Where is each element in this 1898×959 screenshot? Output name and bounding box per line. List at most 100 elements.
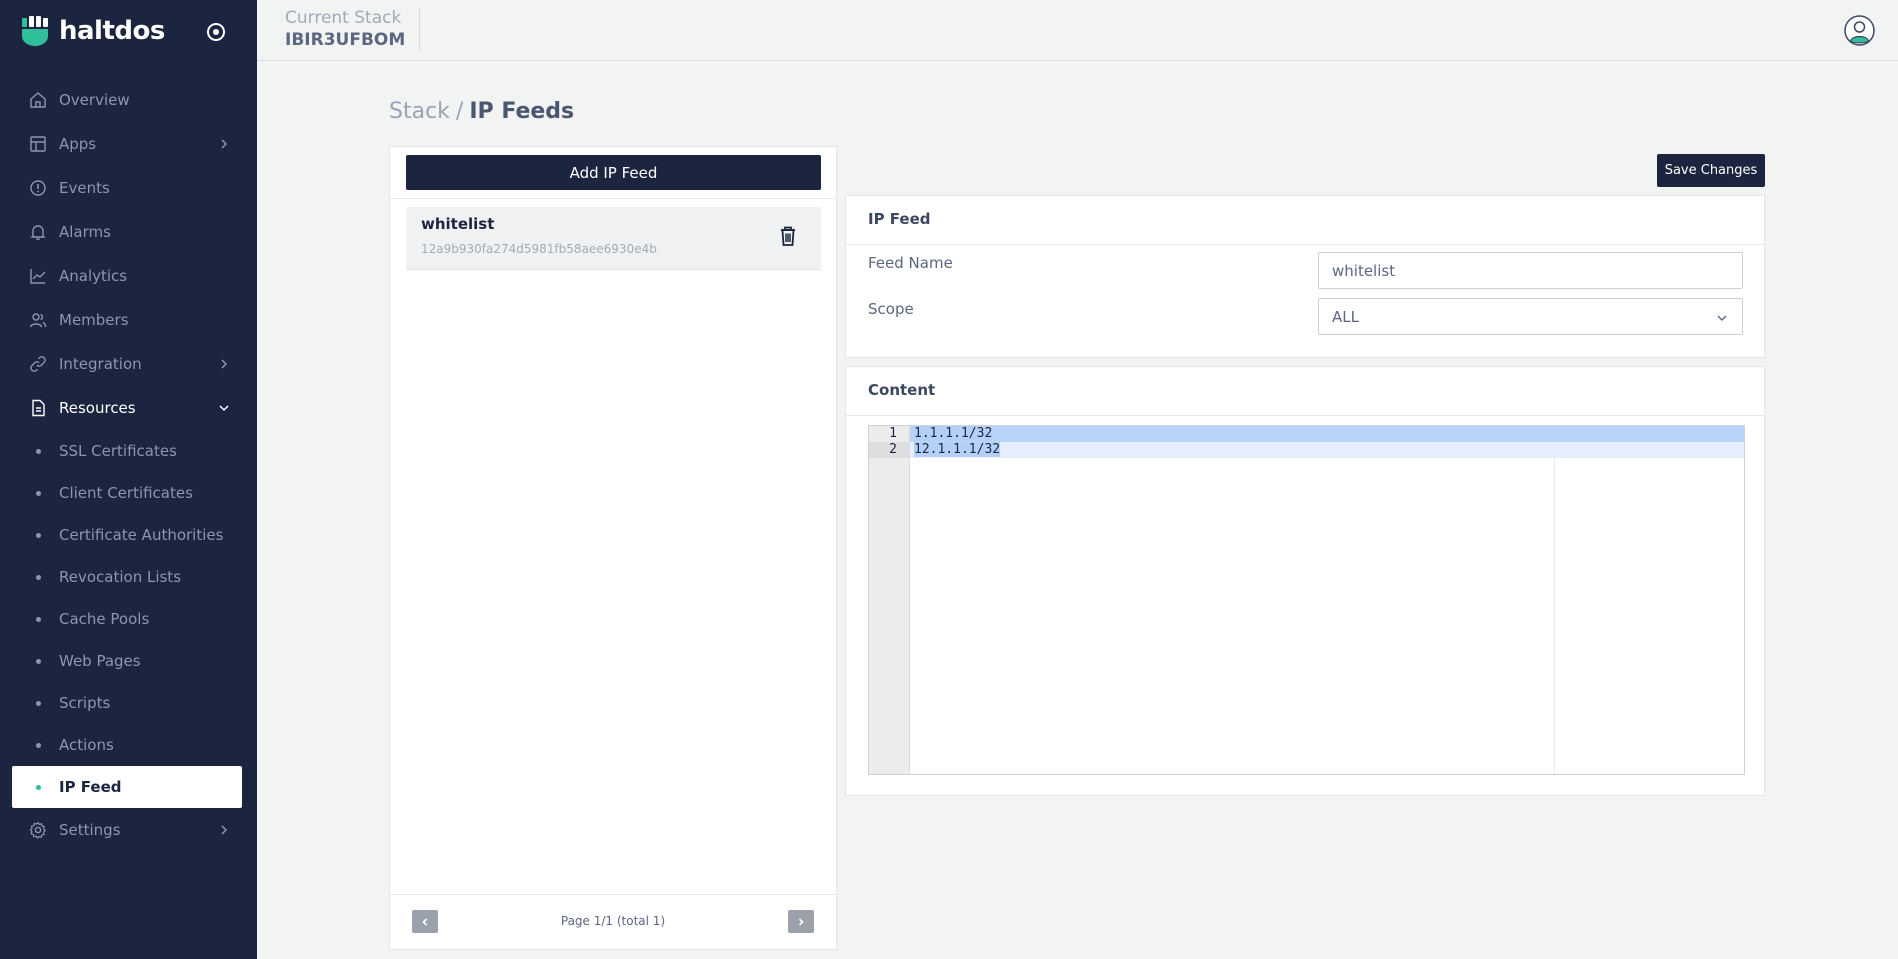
sidebar-item-label: Members [59,311,129,329]
card-title: IP Feed [868,210,931,228]
bell-icon [30,225,46,240]
sidebar-item-certificate-authorities[interactable]: Certificate Authorities [0,514,257,556]
content-card: Content 1 2 1.1.1.1/32 12.1.1.1/32 [845,366,1765,796]
chevron-right-icon [221,825,228,835]
sidebar-item-label: Alarms [59,223,111,241]
scope-select-value: ALL [1332,308,1359,326]
ip-feed-card: IP Feed Feed Name Scope ALL [845,195,1765,358]
breadcrumb-separator: / [455,99,464,124]
sidebar-item-web-pages[interactable]: Web Pages [0,640,257,682]
chart-line-icon [30,269,46,284]
bullet-icon [36,701,41,706]
code-line-text: 12.1.1.1/32 [914,442,1001,457]
sidebar-item-analytics[interactable]: Analytics [0,254,257,298]
bullet-icon [36,575,41,580]
page-title: IP Feeds [469,99,575,124]
stack-name[interactable]: IBIR3UFBOM [285,30,405,50]
breadcrumb-parent[interactable]: Stack [389,99,450,124]
sidebar-item-client-certificates[interactable]: Client Certificates [0,472,257,514]
link-icon [30,356,46,372]
stack-caption: Current Stack [285,8,402,28]
resources-submenu: SSL Certificates Client Certificates Cer… [0,430,257,808]
list-item[interactable]: whitelist 12a9b930fa274d5981fb58aee6930e… [406,207,821,270]
line-number: 1 [889,426,897,441]
sidebar-item-label: Scripts [59,694,111,712]
target-icon[interactable] [204,20,228,44]
sidebar-item-ssl-certificates[interactable]: SSL Certificates [0,430,257,472]
print-margin [1554,458,1555,774]
card-title: Content [868,381,936,399]
sidebar-item-label: Overview [59,91,130,109]
sidebar-item-label: Events [59,179,110,197]
sidebar-item-events[interactable]: Events [0,166,257,210]
home-icon [30,92,46,108]
bullet-icon [36,785,41,790]
sidebar-item-label: Certificate Authorities [59,526,224,544]
sidebar-item-label: Actions [59,736,114,754]
sidebar-item-label: Client Certificates [59,484,193,502]
divider [390,198,836,199]
scope-label: Scope [868,300,914,318]
sidebar-item-alarms[interactable]: Alarms [0,210,257,254]
sidebar-item-label: Analytics [59,267,128,285]
breadcrumb: Stack / IP Feeds [389,99,574,124]
feed-item-name: whitelist [421,215,495,233]
feed-name-label: Feed Name [868,254,953,272]
divider [846,244,1764,245]
code-line-text: 1.1.1.1/32 [914,426,993,441]
bullet-icon [36,491,41,496]
sidebar-item-label: Cache Pools [59,610,150,628]
pagination: Page 1/1 (total 1) [390,894,836,950]
brand[interactable]: haltdos [22,14,165,48]
sidebar-item-members[interactable]: Members [0,298,257,342]
chevron-down-icon [219,405,229,412]
top-header: Current Stack IBIR3UFBOM [257,0,1898,61]
sidebar-item-settings[interactable]: Settings [0,808,257,852]
sidebar-item-ip-feed[interactable]: IP Feed [12,766,242,808]
sidebar-nav: Overview Apps Events Alarms Analytics Me… [0,78,257,852]
next-page-button[interactable] [788,910,814,933]
sidebar-item-label: Web Pages [59,652,141,670]
users-icon [29,313,47,328]
sidebar-item-label: Revocation Lists [59,568,182,586]
sidebar-item-revocation-lists[interactable]: Revocation Lists [0,556,257,598]
alert-circle-icon [30,180,46,196]
user-avatar-icon[interactable] [1844,15,1875,46]
sidebar-item-label: SSL Certificates [59,442,177,460]
sidebar-item-overview[interactable]: Overview [0,78,257,122]
editor-text-area[interactable]: 1.1.1.1/32 12.1.1.1/32 [910,426,1744,774]
gear-icon [29,821,47,839]
sidebar-item-label: Integration [59,355,142,373]
sidebar-item-apps[interactable]: Apps [0,122,257,166]
feed-name-input[interactable] [1318,252,1743,289]
trash-icon[interactable] [778,225,798,247]
chevron-right-icon [798,917,804,926]
code-editor[interactable]: 1 2 1.1.1.1/32 12.1.1.1/32 [868,425,1745,775]
sidebar-item-actions[interactable]: Actions [0,724,257,766]
sidebar-item-scripts[interactable]: Scripts [0,682,257,724]
code-line[interactable]: 12.1.1.1/32 [910,442,1744,458]
haltdos-logo-icon [22,16,48,46]
bullet-icon [36,533,41,538]
code-line[interactable]: 1.1.1.1/32 [910,426,1744,442]
bullet-icon [36,617,41,622]
header-divider [419,8,420,51]
bullet-icon [36,659,41,664]
add-ip-feed-button[interactable]: Add IP Feed [406,155,821,190]
save-changes-button[interactable]: Save Changes [1657,154,1765,187]
bullet-icon [36,449,41,454]
sidebar-item-integration[interactable]: Integration [0,342,257,386]
layout-icon [30,136,46,152]
sidebar-item-resources[interactable]: Resources [0,386,257,430]
ip-feed-list-panel: Add IP Feed whitelist 12a9b930fa274d5981… [389,146,837,950]
editor-gutter: 1 2 [869,426,910,774]
divider [846,415,1764,416]
brand-name: haltdos [59,16,165,46]
pagination-info: Page 1/1 (total 1) [560,914,666,928]
line-number: 2 [869,442,909,458]
sidebar-item-label: Settings [59,821,121,839]
sidebar-item-label: IP Feed [59,778,122,796]
chevron-right-icon [221,139,228,149]
sidebar-item-cache-pools[interactable]: Cache Pools [0,598,257,640]
scope-select[interactable]: ALL [1318,298,1743,335]
